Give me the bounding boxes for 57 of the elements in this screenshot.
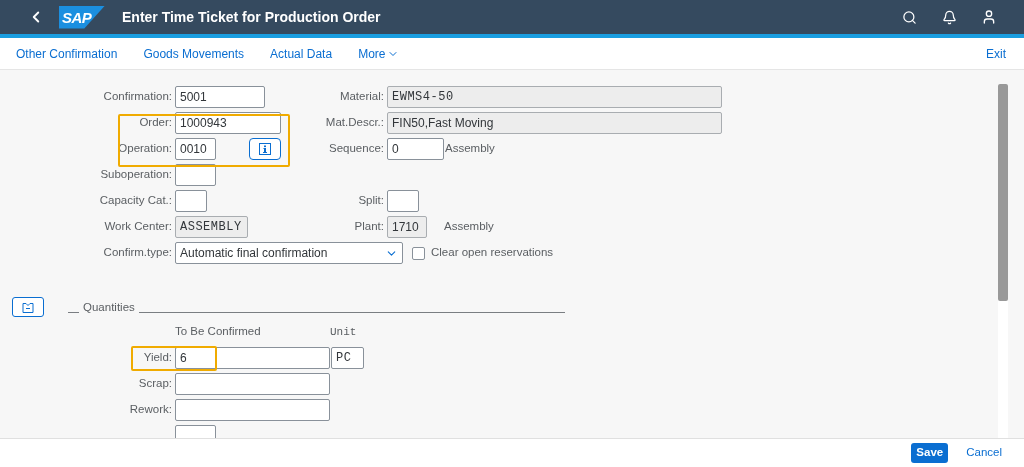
field-label: Work Center: bbox=[104, 219, 172, 235]
input-field[interactable] bbox=[387, 190, 419, 212]
input-field[interactable] bbox=[175, 399, 330, 421]
field-label: Confirm.type: bbox=[103, 245, 172, 261]
field-label: Split: bbox=[358, 193, 384, 209]
field-label: Capacity Cat.: bbox=[99, 193, 172, 209]
field-label: Scrap: bbox=[138, 376, 172, 392]
input-field[interactable]: FIN50,Fast Moving bbox=[387, 112, 722, 134]
input-field[interactable]: 0010 bbox=[175, 138, 216, 160]
field-note: Assembly bbox=[444, 219, 494, 235]
confirmation-type-dropdown[interactable]: Automatic final confirmation bbox=[175, 242, 403, 264]
save-button[interactable]: Save bbox=[911, 443, 949, 463]
search-icon bbox=[901, 9, 917, 25]
user-icon bbox=[981, 9, 997, 25]
field-label: Material: bbox=[339, 89, 384, 105]
field-label: Order: bbox=[139, 115, 172, 131]
sap-logo: SAP bbox=[59, 5, 105, 29]
info-button[interactable] bbox=[249, 138, 281, 160]
section-title: Quantities bbox=[83, 301, 135, 313]
input-field[interactable] bbox=[175, 190, 207, 212]
field-label: Plant: bbox=[354, 219, 384, 235]
bell-icon bbox=[941, 9, 957, 25]
exit-button[interactable]: Exit bbox=[986, 44, 1006, 63]
more-menu[interactable]: More bbox=[358, 44, 400, 63]
app-title: Enter Time Ticket for Production Order bbox=[122, 7, 381, 27]
input-field[interactable]: 6 bbox=[175, 347, 330, 369]
search-button[interactable] bbox=[900, 8, 918, 26]
toolbar-action[interactable]: Actual Data bbox=[270, 44, 333, 63]
input-field[interactable]: EWMS4-50 bbox=[387, 86, 722, 108]
field-label: Mat.Descr.: bbox=[325, 115, 384, 131]
field-label: Sequence: bbox=[329, 141, 384, 157]
input-field[interactable] bbox=[175, 373, 330, 395]
field-note: Assembly bbox=[445, 141, 495, 157]
scrollbar-thumb[interactable] bbox=[998, 84, 1008, 301]
notifications-button[interactable] bbox=[940, 8, 958, 26]
input-field[interactable]: 0 bbox=[387, 138, 444, 160]
field-label: Yield: bbox=[143, 350, 172, 366]
checkbox-label: Clear open reservations bbox=[431, 245, 554, 261]
cancel-button[interactable]: Cancel bbox=[966, 444, 1002, 462]
input-field[interactable]: 1000943 bbox=[175, 112, 281, 134]
field-label: Confirmation: bbox=[103, 89, 172, 105]
input-field[interactable]: 1710 bbox=[387, 216, 427, 238]
field-label: Rework: bbox=[129, 402, 172, 418]
input-field[interactable]: ASSEMBLY bbox=[175, 216, 248, 238]
input-field[interactable] bbox=[175, 164, 216, 186]
field-label: Suboperation: bbox=[100, 167, 172, 183]
checkbox[interactable] bbox=[412, 246, 425, 260]
column-header: To Be Confirmed bbox=[175, 324, 262, 340]
field-label: Operation: bbox=[118, 141, 172, 157]
toolbar-action[interactable]: Goods Movements bbox=[143, 44, 245, 63]
collapse-icon bbox=[22, 301, 34, 313]
toolbar-action[interactable]: Other Confirmation bbox=[16, 44, 118, 63]
unit-field[interactable]: PC bbox=[331, 347, 364, 369]
column-header: Unit bbox=[330, 324, 357, 340]
collapse-button[interactable] bbox=[12, 297, 44, 317]
input-field[interactable]: 5001 bbox=[175, 86, 265, 108]
info-icon bbox=[259, 143, 271, 155]
